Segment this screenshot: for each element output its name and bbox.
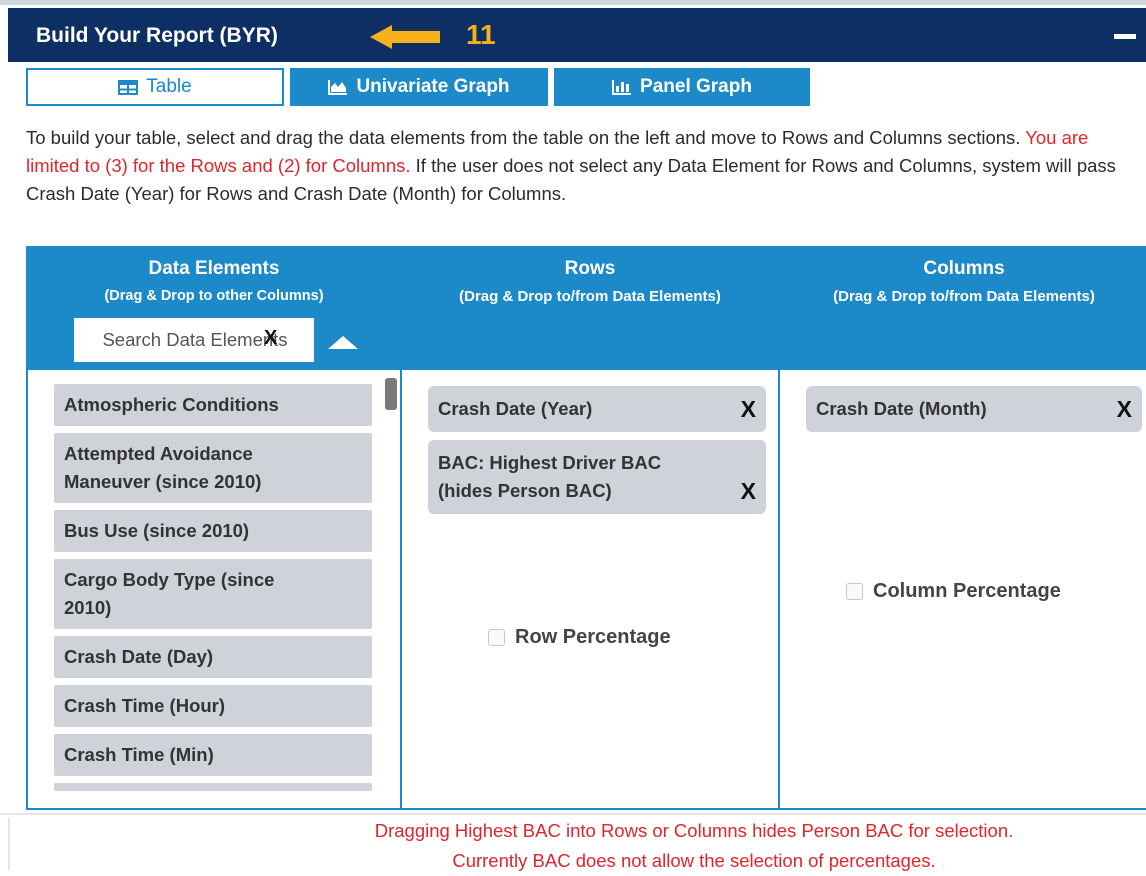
data-elements-heading: Data Elements — [148, 258, 280, 279]
column-percentage-label: Column Percentage — [873, 580, 1061, 602]
left-arrow-icon — [370, 25, 440, 49]
rows-column: Rows (Drag & Drop to/from Data Elements)… — [402, 246, 780, 810]
bar-chart-icon — [612, 80, 632, 95]
row-percentage-label: Row Percentage — [515, 626, 671, 648]
list-item[interactable]: Bus Use (since 2010) — [54, 510, 372, 552]
data-elements-column: Data Elements (Drag & Drop to other Colu… — [26, 246, 402, 810]
report-builder: Data Elements (Drag & Drop to other Colu… — [26, 246, 1146, 812]
remove-icon[interactable]: X — [741, 477, 756, 505]
data-elements-list: Atmospheric Conditions Attempted Avoidan… — [54, 384, 374, 798]
tab-univariate-graph[interactable]: Univariate Graph — [290, 68, 548, 106]
tab-panel-label: Panel Graph — [640, 76, 752, 97]
panel-title: Build Your Report (BYR) — [36, 24, 278, 47]
scrollbar[interactable] — [385, 378, 397, 410]
rows-heading: Rows — [564, 258, 616, 279]
table-icon — [118, 79, 139, 95]
rows-header: Rows (Drag & Drop to/from Data Elements) — [402, 248, 778, 370]
columns-subheading: (Drag & Drop to/from Data Elements) — [833, 288, 1095, 305]
columns-chip-label: Crash Date (Month) — [816, 398, 987, 419]
remove-icon[interactable]: X — [1117, 395, 1132, 423]
left-guide-line — [8, 818, 10, 870]
tab-univariate-label: Univariate Graph — [356, 76, 510, 97]
rows-chip-label: BAC: Highest Driver BAC (hides Person BA… — [438, 452, 662, 501]
columns-drop-zone[interactable]: Crash Date (Month) X — [806, 386, 1142, 440]
rows-subheading: (Drag & Drop to/from Data Elements) — [459, 288, 721, 305]
bac-note-line1: Dragging Highest BAC into Rows or Column… — [374, 820, 1014, 841]
remove-icon[interactable]: X — [741, 395, 756, 423]
rows-chip-label: Crash Date (Year) — [438, 398, 593, 419]
instructions-part1: To build your table, select and drag the… — [26, 127, 1026, 148]
tab-table-label: Table — [146, 76, 192, 97]
list-item[interactable]: Crash Time (Hour) — [54, 685, 372, 727]
list-item[interactable]: Attempted Avoidance Maneuver (since 2010… — [54, 433, 372, 503]
tab-panel-graph[interactable]: Panel Graph — [554, 68, 810, 106]
rows-chip[interactable]: Crash Date (Year) X — [428, 386, 766, 432]
column-percentage-option[interactable]: Column Percentage — [846, 580, 1061, 603]
columns-heading: Columns — [923, 258, 1005, 279]
step-number-badge: 11 — [466, 19, 496, 50]
collapse-up-icon[interactable] — [328, 336, 358, 349]
list-item[interactable]: Crash Date (Day) — [54, 636, 372, 678]
list-item[interactable]: Crash Time (Min) — [54, 734, 372, 776]
row-percentage-checkbox[interactable] — [488, 629, 505, 646]
clear-search-icon[interactable]: X — [264, 327, 277, 350]
panel-header: Build Your Report (BYR) 11 — [8, 8, 1146, 62]
list-item-partial[interactable] — [54, 783, 372, 791]
columns-header: Columns (Drag & Drop to/from Data Elemen… — [780, 248, 1146, 370]
bac-note-line2: Currently BAC does not allow the selecti… — [452, 850, 936, 871]
search-input[interactable]: Search Data Elements X — [74, 318, 314, 362]
row-percentage-option[interactable]: Row Percentage — [488, 626, 671, 649]
footer-divider — [0, 813, 1146, 815]
list-item[interactable]: Atmospheric Conditions — [54, 384, 372, 426]
rows-chip[interactable]: BAC: Highest Driver BAC (hides Person BA… — [428, 440, 766, 514]
top-border — [0, 0, 1146, 5]
column-percentage-checkbox[interactable] — [846, 583, 863, 600]
list-item[interactable]: Cargo Body Type (since 2010) — [54, 559, 372, 629]
area-chart-icon — [328, 80, 348, 95]
columns-chip[interactable]: Crash Date (Month) X — [806, 386, 1142, 432]
bac-notes: Dragging Highest BAC into Rows or Column… — [234, 816, 1146, 876]
tab-table[interactable]: Table — [26, 68, 284, 106]
instructions-text: To build your table, select and drag the… — [26, 124, 1144, 208]
rows-drop-zone[interactable]: Crash Date (Year) X BAC: Highest Driver … — [428, 386, 766, 522]
columns-column: Columns (Drag & Drop to/from Data Elemen… — [780, 246, 1146, 810]
data-elements-subheading: (Drag & Drop to other Columns) — [104, 288, 324, 304]
data-elements-header: Data Elements (Drag & Drop to other Colu… — [28, 248, 400, 370]
collapse-icon[interactable] — [1114, 34, 1136, 39]
